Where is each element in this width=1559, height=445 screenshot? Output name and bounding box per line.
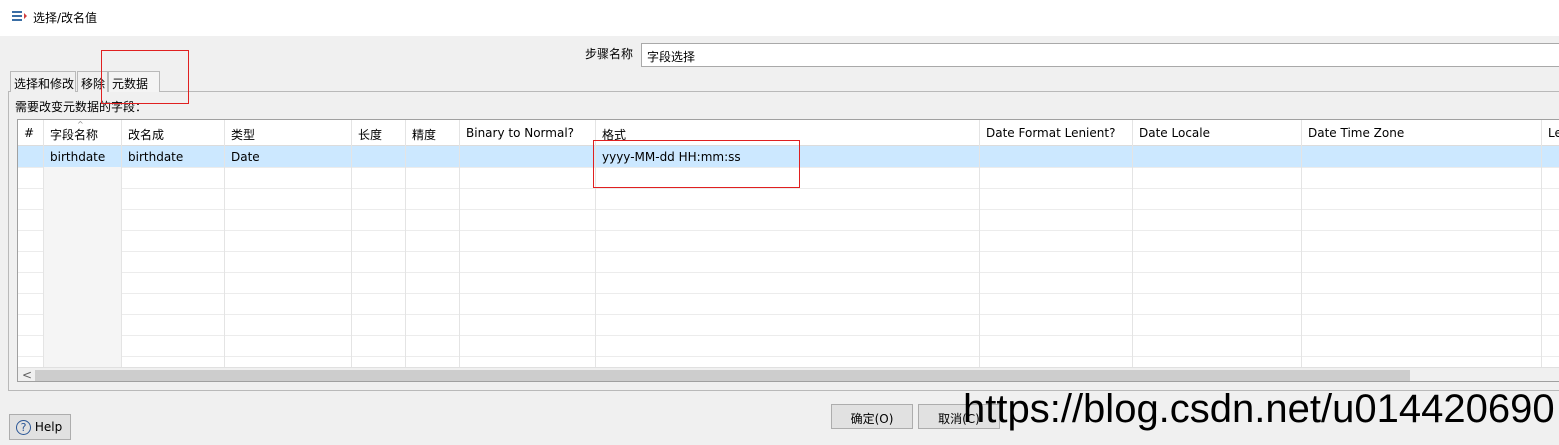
scrollbar-thumb[interactable] [35,370,1410,381]
col-divider [121,120,122,381]
row-divider [18,335,1559,336]
col-header-date-format-lenient[interactable]: Date Format Lenient? [980,120,1132,146]
col-divider [979,120,980,381]
col-header-length[interactable]: 长度 [352,120,405,146]
row-divider [18,356,1559,357]
col-header-date-locale[interactable]: Date Locale [1133,120,1301,146]
row-divider [18,314,1559,315]
title-bar [0,0,1559,36]
row-divider [18,230,1559,231]
row-divider [18,188,1559,189]
row-divider [18,272,1559,273]
help-label: Help [34,420,63,434]
col-header-date-time-zone[interactable]: Date Time Zone [1302,120,1541,146]
highlight-box-format-cell [593,140,800,188]
horizontal-scrollbar[interactable]: < [18,367,1559,381]
col-divider [1541,120,1542,381]
help-icon: ? [16,420,31,435]
col-divider [1132,120,1133,381]
cell-rename[interactable]: birthdate [128,150,183,164]
col-divider [351,120,352,381]
field-name-column-shade [43,167,121,367]
col-header-binary-to-normal[interactable]: Binary to Normal? [460,120,595,146]
col-header-precision[interactable]: 精度 [406,120,459,146]
watermark-text: https://blog.csdn.net/u014420690 [963,387,1555,431]
col-divider [43,120,44,381]
help-button[interactable]: ? Help [9,414,71,440]
row-divider [18,293,1559,294]
highlight-box-metadata-tab [101,50,189,104]
col-header-rename[interactable]: 改名成 [122,120,224,146]
step-name-input[interactable]: 字段选择 [641,43,1559,67]
col-divider [224,120,225,381]
cell-type[interactable]: Date [231,150,260,164]
step-name-label: 步骤名称 [585,47,634,61]
col-header-num[interactable]: # [18,120,43,146]
col-divider [405,120,406,381]
window-title: 选择/改名值 [33,11,98,25]
col-header-truncated[interactable]: Le [1542,120,1559,146]
sort-caret-icon: ^ [77,120,84,129]
col-header-type[interactable]: 类型 [225,120,351,146]
cell-field-name[interactable]: birthdate [50,150,105,164]
col-divider [1301,120,1302,381]
row-divider [18,209,1559,210]
col-divider [459,120,460,381]
scroll-left-icon[interactable]: < [22,368,32,381]
select-values-icon [12,11,27,21]
ok-button[interactable]: 确定(O) [831,404,913,429]
row-divider [18,251,1559,252]
tab-select-modify[interactable]: 选择和修改 [10,71,76,92]
